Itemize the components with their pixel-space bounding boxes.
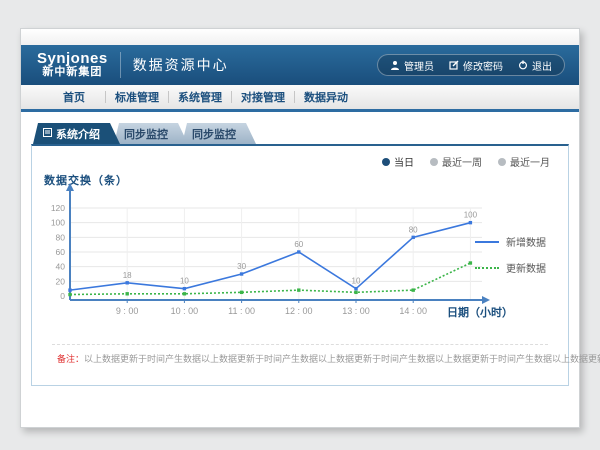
x-tick-label: 11 : 00 — [228, 306, 255, 316]
app-header: Synjones 新中新集团 数据资源中心 管理员 修改密码 — [21, 45, 579, 85]
change-password-button[interactable]: 修改密码 — [449, 58, 503, 73]
logo-text-cn: 新中新集团 — [37, 67, 108, 79]
series-point-0 — [68, 288, 71, 291]
footnote-label: 备注： — [57, 354, 84, 364]
nav-item-interface-mgmt[interactable]: 对接管理 — [232, 89, 294, 105]
nav-item-data-change[interactable]: 数据异动 — [295, 89, 357, 105]
radio-dot-icon — [382, 158, 390, 166]
user-label: 管理员 — [404, 58, 434, 73]
x-tick-label: 10 : 00 — [171, 306, 199, 316]
chart-legend: 新增数据 更新数据 — [475, 234, 546, 275]
radio-last-month[interactable]: 最近一月 — [498, 154, 550, 169]
x-tick-label: 9 : 00 — [116, 306, 139, 316]
user-toolbar: 管理员 修改密码 退出 — [377, 54, 565, 76]
y-tick-label: 100 — [51, 218, 65, 228]
company-logo: Synjones 新中新集团 — [37, 51, 108, 78]
radio-label: 最近一月 — [510, 154, 550, 169]
y-tick-label: 20 — [56, 276, 66, 286]
point-label: 60 — [294, 240, 303, 249]
page-background: { "colors": { "header_top": "#2a6b9c", "… — [0, 0, 600, 450]
tab-bar: 系统介绍 同步监控 同步监控 — [33, 122, 569, 144]
content-area: 系统介绍 同步监控 同步监控 当日 最近一周 — [21, 112, 579, 386]
series-point-0 — [412, 236, 415, 239]
tab-label: 同步监控 — [192, 126, 236, 142]
page-title: 数据资源中心 — [133, 55, 229, 75]
logout-button[interactable]: 退出 — [518, 58, 552, 73]
point-label: 80 — [409, 225, 418, 234]
tab-sync-monitor-1[interactable]: 同步监控 — [114, 123, 188, 144]
series-point-0 — [297, 250, 300, 253]
x-axis-arrow — [482, 296, 490, 304]
legend-label: 更新数据 — [506, 260, 546, 275]
window-top-strip — [21, 29, 579, 45]
note-divider — [52, 344, 548, 345]
tab-sync-monitor-2[interactable]: 同步监控 — [182, 123, 256, 144]
radio-dot-icon — [430, 158, 438, 166]
radio-label: 最近一周 — [442, 154, 482, 169]
radio-last-week[interactable]: 最近一周 — [430, 154, 482, 169]
power-icon — [518, 60, 528, 70]
radio-today[interactable]: 当日 — [382, 154, 414, 169]
y-tick-label: 120 — [51, 203, 65, 213]
legend-item-new-data: 新增数据 — [475, 234, 546, 249]
series-point-1 — [240, 291, 243, 294]
legend-item-update-data: 更新数据 — [475, 260, 546, 275]
nav-item-standard-mgmt[interactable]: 标准管理 — [106, 89, 168, 105]
series-point-1 — [354, 291, 357, 294]
x-tick-label: 12 : 00 — [285, 306, 313, 316]
series-point-1 — [183, 292, 186, 295]
y-tick-label: 0 — [60, 291, 65, 301]
user-icon — [390, 60, 400, 70]
y-tick-label: 40 — [56, 262, 66, 272]
y-tick-label: 60 — [56, 247, 66, 257]
series-point-1 — [297, 288, 300, 291]
series-point-0 — [126, 281, 129, 284]
radio-label: 当日 — [394, 154, 414, 169]
nav-item-home[interactable]: 首页 — [43, 89, 105, 105]
series-point-0 — [469, 221, 472, 224]
x-tick-label: 13 : 00 — [342, 306, 370, 316]
tab-label: 同步监控 — [124, 126, 168, 142]
point-label: 10 — [352, 277, 361, 286]
user-button[interactable]: 管理员 — [390, 58, 434, 73]
point-label: 18 — [123, 271, 132, 280]
series-point-0 — [183, 287, 186, 290]
app-window: Synjones 新中新集团 数据资源中心 管理员 修改密码 — [20, 28, 580, 428]
document-icon — [43, 128, 52, 140]
y-axis-arrow — [66, 183, 74, 191]
tab-label: 系统介绍 — [56, 126, 100, 142]
change-password-label: 修改密码 — [463, 58, 503, 73]
solid-line-icon — [475, 241, 499, 243]
dotted-line-icon — [475, 267, 499, 269]
footnote: 备注：以上数据更新于时间产生数据以上数据更新于时间产生数据以上数据更新于时间产生… — [57, 352, 600, 365]
radio-dot-icon — [498, 158, 506, 166]
y-tick-label: 80 — [56, 232, 66, 242]
series-point-1 — [469, 261, 472, 264]
footnote-text: 以上数据更新于时间产生数据以上数据更新于时间产生数据以上数据更新于时间产生数据以… — [84, 354, 600, 364]
point-label: 30 — [237, 262, 246, 271]
x-tick-label: 14 : 00 — [399, 306, 427, 316]
legend-label: 新增数据 — [506, 234, 546, 249]
time-range-radios: 当日 最近一周 最近一月 — [382, 154, 550, 169]
nav-item-system-mgmt[interactable]: 系统管理 — [169, 89, 231, 105]
series-point-0 — [240, 272, 243, 275]
series-point-1 — [68, 293, 71, 296]
edit-icon — [449, 60, 459, 70]
series-point-1 — [126, 292, 129, 295]
point-label: 100 — [464, 211, 478, 220]
logout-label: 退出 — [532, 58, 552, 73]
point-label: 10 — [180, 277, 189, 286]
logo-text-en: Synjones — [37, 51, 108, 67]
chart-panel: 当日 最近一周 最近一月 数据交换（条） 0204060801001209 : … — [31, 144, 569, 386]
main-nav: 首页 标准管理 系统管理 对接管理 数据异动 — [21, 85, 579, 112]
x-axis-title: 日期（小时） — [447, 305, 513, 319]
header-divider — [120, 52, 121, 78]
series-point-1 — [412, 288, 415, 291]
series-point-0 — [354, 287, 357, 290]
tab-system-intro[interactable]: 系统介绍 — [33, 123, 120, 144]
